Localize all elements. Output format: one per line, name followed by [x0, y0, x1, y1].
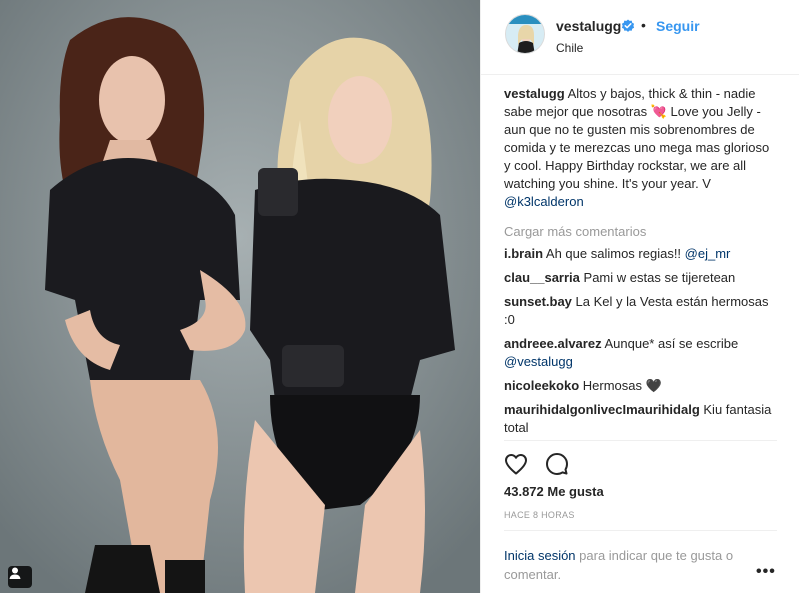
login-link[interactable]: Inicia sesión: [504, 548, 576, 563]
like-count[interactable]: 43.872 Me gusta: [504, 484, 604, 499]
avatar[interactable]: [505, 14, 545, 54]
comment-text: Ah que salimos regias!!: [545, 246, 685, 261]
divider: [504, 530, 777, 531]
list-item: nicoleekoko Hermosas 🖤: [504, 377, 779, 395]
location-link[interactable]: Chile: [556, 41, 583, 55]
list-item: andreee.alvarez Aunque* así se escribe @…: [504, 335, 779, 371]
post-viewer: vestalugg • Seguir Chile vestalugg Altos…: [0, 0, 799, 593]
comment-text: Aunque* así se escribe: [604, 336, 739, 351]
tag-people-icon[interactable]: [8, 566, 32, 588]
separator-dot: •: [641, 17, 646, 33]
post-header: vestalugg • Seguir Chile: [481, 0, 799, 75]
comment-username[interactable]: clau__sarria: [504, 270, 580, 285]
comment-text: Hermosas 🖤: [582, 378, 662, 393]
caption-mention[interactable]: @k3lcalderon: [504, 194, 584, 209]
list-item: sunset.bay La Kel y la Vesta están hermo…: [504, 293, 779, 329]
login-prompt: Inicia sesión para indicar que te gusta …: [504, 546, 754, 584]
caption: vestalugg Altos y bajos, thick & thin - …: [504, 85, 779, 211]
username[interactable]: vestalugg: [556, 18, 621, 34]
load-more-comments-button[interactable]: Cargar más comentarios: [504, 223, 779, 241]
comment-username[interactable]: nicoleekoko: [504, 378, 579, 393]
post-photo[interactable]: [0, 0, 480, 593]
post-side-panel: vestalugg • Seguir Chile vestalugg Altos…: [480, 0, 799, 593]
follow-button[interactable]: Seguir: [656, 18, 700, 34]
caption-text: Altos y bajos, thick & thin - nadie sabe…: [504, 86, 770, 191]
photo-illustration: [0, 0, 480, 593]
comment-mention[interactable]: @ej_mr: [685, 246, 731, 261]
more-options-icon[interactable]: •••: [756, 563, 776, 581]
comment-username[interactable]: i.brain: [504, 246, 543, 261]
list-item: i.brain Ah que salimos regias!! @ej_mr: [504, 245, 779, 263]
comment-mention[interactable]: @vestalugg: [504, 354, 573, 369]
comment-icon[interactable]: [544, 451, 570, 477]
verified-badge-icon: [621, 19, 635, 33]
comment-list: vestalugg Altos y bajos, thick & thin - …: [504, 85, 779, 443]
heart-icon[interactable]: [503, 451, 529, 477]
list-item: clau__sarria Pami w estas se tijeretean: [504, 269, 779, 287]
list-item: maurihidalgonlivecImaurihidalg Kiu fanta…: [504, 401, 779, 437]
divider: [504, 440, 777, 441]
caption-username[interactable]: vestalugg: [504, 86, 565, 101]
comment-username[interactable]: maurihidalgonlivecImaurihidalg: [504, 402, 700, 417]
post-timestamp[interactable]: HACE 8 HORAS: [504, 510, 575, 520]
comment-text: Pami w estas se tijeretean: [583, 270, 736, 285]
comment-username[interactable]: andreee.alvarez: [504, 336, 602, 351]
comment-username[interactable]: sunset.bay: [504, 294, 572, 309]
